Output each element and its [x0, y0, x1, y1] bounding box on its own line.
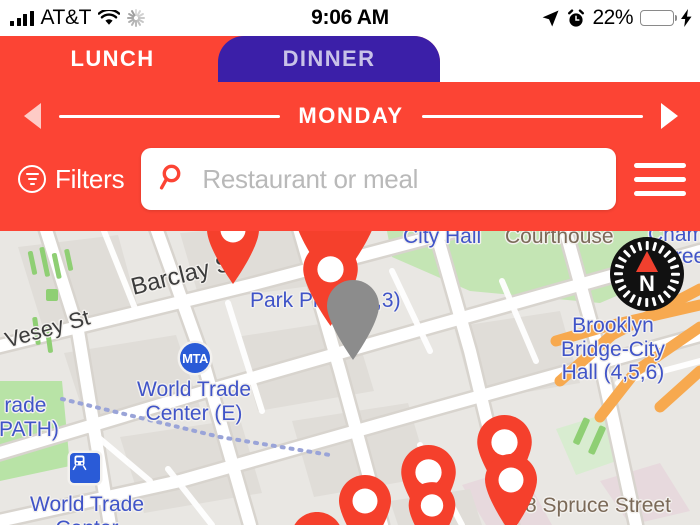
day-selector: MONDAY — [0, 96, 700, 136]
rail-station-icon[interactable] — [70, 453, 100, 483]
search-input[interactable] — [202, 163, 598, 195]
compass-needle — [636, 251, 658, 272]
app-root: AT&T 9:06 AM 22% LUNCH DINNER MONDAY Fil… — [0, 0, 700, 525]
app-header: MONDAY Filters — [0, 78, 700, 231]
lightning-bolt-icon — [681, 9, 692, 27]
meal-tabs: LUNCH DINNER — [0, 36, 700, 82]
status-bar-right: 22% — [541, 6, 692, 30]
filters-label: Filters — [55, 163, 125, 194]
map-canvas[interactable]: Barclay St Vesey St 8 Spruce Street Courtho… — [0, 231, 700, 525]
tab-lunch-label: LUNCH — [70, 46, 155, 71]
alarm-clock-icon — [567, 8, 585, 28]
tab-dinner[interactable]: DINNER — [218, 36, 440, 82]
hamburger-menu-icon[interactable] — [634, 162, 686, 196]
current-day-label: MONDAY — [298, 103, 404, 128]
battery-percent-label: 22% — [592, 6, 633, 29]
search-row: Filters — [0, 144, 700, 214]
chevron-right-icon[interactable] — [661, 103, 679, 129]
compass-north-label: N — [639, 271, 655, 296]
location-arrow-icon — [541, 9, 560, 28]
mta-subway-icon[interactable]: MTA — [180, 343, 210, 373]
chevron-left-icon[interactable] — [24, 103, 41, 129]
tab-dinner-label: DINNER — [282, 46, 376, 71]
battery-icon — [640, 10, 674, 26]
day-rule-right — [421, 114, 644, 118]
compass-icon[interactable]: N — [610, 237, 684, 311]
filters-button[interactable]: Filters — [18, 163, 125, 195]
filter-sliders-icon — [18, 165, 46, 193]
day-rule-left — [59, 114, 281, 118]
search-box[interactable] — [141, 148, 616, 210]
status-bar: AT&T 9:06 AM 22% — [0, 0, 700, 36]
search-magnifier-icon — [159, 162, 189, 197]
